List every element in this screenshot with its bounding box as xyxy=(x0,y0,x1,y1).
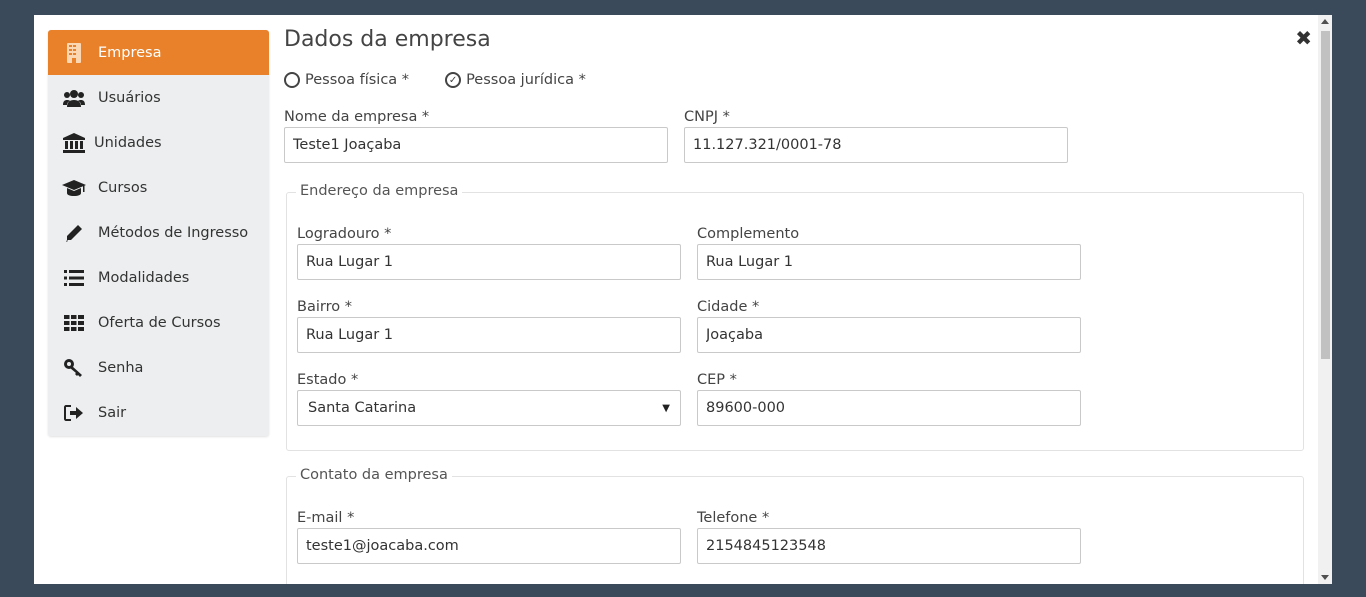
sidebar-item-label: Usuários xyxy=(98,89,161,106)
address-fieldset: Endereço da empresa Logradouro * Complem… xyxy=(286,183,1304,451)
bank-icon xyxy=(62,132,86,153)
users-icon xyxy=(62,88,86,108)
telefone-input[interactable] xyxy=(697,528,1081,564)
sidebar-item-oferta-cursos[interactable]: Oferta de Cursos xyxy=(48,300,269,345)
logradouro-input[interactable] xyxy=(297,244,681,280)
nome-empresa-input[interactable] xyxy=(284,127,668,163)
radio-label: Pessoa jurídica * xyxy=(466,72,586,88)
modal-scrollbar[interactable] xyxy=(1318,15,1332,584)
complemento-label: Complemento xyxy=(697,226,800,242)
sidebar-item-metodos-ingresso[interactable]: Métodos de Ingresso xyxy=(48,210,269,255)
cep-label: CEP * xyxy=(697,372,737,388)
logradouro-label: Logradouro * xyxy=(297,226,392,242)
estado-label: Estado * xyxy=(297,372,359,388)
list-icon xyxy=(62,268,86,288)
nome-empresa-label: Nome da empresa * xyxy=(284,109,430,125)
sidebar-item-modalidades[interactable]: Modalidades xyxy=(48,255,269,300)
sidebar-nav: Empresa Usuários Unidades Cursos Métodos… xyxy=(48,30,269,436)
cidade-input[interactable] xyxy=(697,317,1081,353)
sidebar-item-sair[interactable]: Sair xyxy=(48,390,269,435)
complemento-input[interactable] xyxy=(697,244,1081,280)
close-icon[interactable]: ✖ xyxy=(1295,28,1312,48)
page-title: Dados da empresa xyxy=(284,27,491,52)
sign-out-icon xyxy=(62,403,86,423)
sidebar-item-empresa[interactable]: Empresa xyxy=(48,30,269,75)
graduation-cap-icon xyxy=(62,178,86,198)
scroll-up-arrow-icon[interactable] xyxy=(1321,19,1329,24)
sidebar-item-label: Empresa xyxy=(98,44,162,61)
email-label: E-mail * xyxy=(297,510,355,526)
radio-unchecked-icon xyxy=(284,72,300,88)
sidebar-item-cursos[interactable]: Cursos xyxy=(48,165,269,210)
bairro-input[interactable] xyxy=(297,317,681,353)
sidebar-item-label: Métodos de Ingresso xyxy=(98,224,249,241)
cep-input[interactable] xyxy=(697,390,1081,426)
bairro-label: Bairro * xyxy=(297,299,352,315)
cnpj-input[interactable] xyxy=(684,127,1068,163)
sidebar-item-label: Sair xyxy=(98,404,127,421)
key-icon xyxy=(62,358,86,378)
radio-label: Pessoa física * xyxy=(305,72,410,88)
estado-select[interactable]: Santa Catarina ▼ xyxy=(297,390,681,426)
cnpj-label: CNPJ * xyxy=(684,109,730,125)
scroll-down-arrow-icon[interactable] xyxy=(1321,575,1329,580)
grid-icon xyxy=(62,313,86,333)
radio-pessoa-juridica[interactable]: ✓ Pessoa jurídica * xyxy=(445,72,586,88)
sidebar-item-label: Modalidades xyxy=(98,269,190,286)
sidebar-item-label: Oferta de Cursos xyxy=(98,314,221,331)
person-type-radio-group: Pessoa física * ✓ Pessoa jurídica * xyxy=(284,72,586,88)
sidebar-item-label: Cursos xyxy=(98,179,148,196)
address-legend: Endereço da empresa xyxy=(296,183,463,199)
radio-pessoa-fisica[interactable]: Pessoa física * xyxy=(284,72,409,88)
sidebar-item-label: Senha xyxy=(98,359,144,376)
sidebar-item-senha[interactable]: Senha xyxy=(48,345,269,390)
cidade-label: Cidade * xyxy=(697,299,760,315)
sidebar-item-label: Unidades xyxy=(94,134,162,151)
sidebar-item-unidades[interactable]: Unidades xyxy=(48,120,269,165)
telefone-label: Telefone * xyxy=(697,510,770,526)
pencil-icon xyxy=(62,223,86,243)
sidebar-item-usuarios[interactable]: Usuários xyxy=(48,75,269,120)
caret-down-icon: ▼ xyxy=(662,402,670,414)
contact-fieldset: Contato da empresa E-mail * Telefone * xyxy=(286,467,1304,584)
scrollbar-thumb[interactable] xyxy=(1321,31,1330,359)
building-icon xyxy=(62,42,86,63)
company-settings-modal: Empresa Usuários Unidades Cursos Métodos… xyxy=(34,15,1332,584)
email-input[interactable] xyxy=(297,528,681,564)
estado-selected-value: Santa Catarina xyxy=(308,400,417,416)
contact-legend: Contato da empresa xyxy=(296,467,452,483)
radio-checked-icon: ✓ xyxy=(445,72,462,88)
